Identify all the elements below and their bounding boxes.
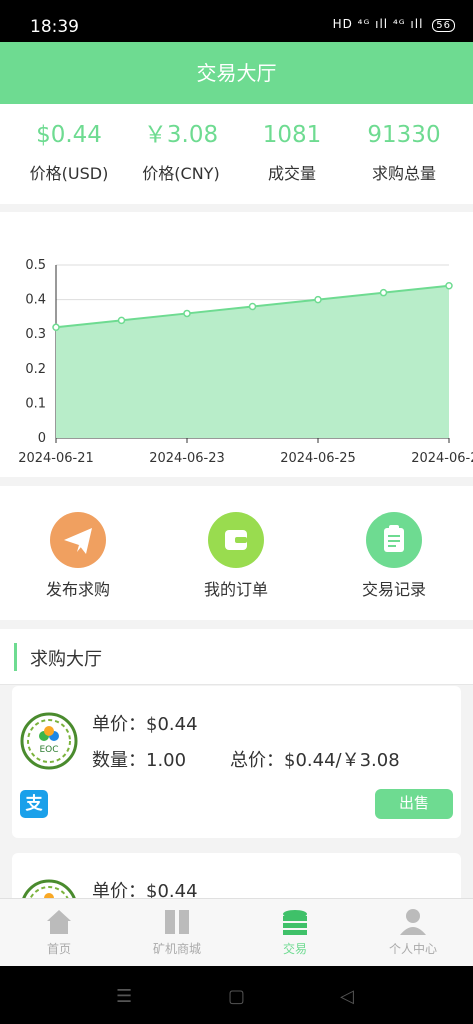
price-chart-svg: 0 0.1 0.2 0.3 0.4 0.5 2024-06-21 2024-06-23 2024… <box>18 258 473 466</box>
menu-icon[interactable]: ☰ <box>116 986 132 1007</box>
tab-miner-store[interactable]: 矿机商城 <box>118 907 236 957</box>
stat-price-usd: $0.44 价格(USD) <box>10 120 128 184</box>
section-accent-bar <box>14 643 17 671</box>
stat-label: 价格(CNY) <box>142 164 220 183</box>
section-header: 求购大厅 <box>0 629 473 685</box>
stat-value: $0.44 <box>36 122 102 148</box>
status-indicators: HD ⁴ᴳ ıll ⁴ᴳ ıll 56 <box>333 17 455 32</box>
battery-icon: 56 <box>432 19 455 32</box>
page-title: 交易大厅 <box>196 61 277 85</box>
my-orders-button[interactable]: 我的订单 <box>166 512 306 600</box>
order-card: EOC 单价：$0.44 数量：1.00 总价：$0.44/￥3.08 支 出售 <box>12 686 461 838</box>
stat-label: 价格(USD) <box>29 164 109 183</box>
total-price: 总价：$0.44/￥3.08 <box>230 750 400 771</box>
action-grid: 发布求购 我的订单 交易记录 <box>0 486 473 620</box>
x-tick-label: 2024-06-27 <box>411 451 473 466</box>
x-tick-label: 2024-06-25 <box>280 451 356 466</box>
stat-label: 求购总量 <box>371 164 436 183</box>
action-label: 我的订单 <box>203 580 268 599</box>
quantity: 数量：1.00 <box>92 750 187 771</box>
y-tick-label: 0 <box>38 431 46 446</box>
action-label: 交易记录 <box>361 580 426 599</box>
action-label: 发布求购 <box>45 580 110 599</box>
back-icon[interactable]: ◁ <box>340 986 354 1007</box>
price-chart: 0 0.1 0.2 0.3 0.4 0.5 2024-06-21 2024-06-23 2024… <box>0 212 473 477</box>
paper-plane-icon <box>50 512 106 568</box>
y-tick-label: 0.5 <box>25 258 46 273</box>
tab-label: 个人中心 <box>388 942 437 956</box>
stat-volume: 1081 成交量 <box>233 120 351 184</box>
section-title: 求购大厅 <box>30 649 102 670</box>
data-point <box>445 282 453 290</box>
home-button-icon[interactable]: ▢ <box>228 986 245 1007</box>
status-bar: 18:39 HD ⁴ᴳ ıll ⁴ᴳ ıll 56 <box>0 0 473 42</box>
data-point <box>314 295 322 304</box>
home-icon <box>44 907 74 937</box>
data-point <box>248 302 257 311</box>
wallet-icon <box>208 512 264 568</box>
tab-label: 矿机商城 <box>152 942 201 956</box>
publish-request-button[interactable]: 发布求购 <box>8 512 148 600</box>
system-nav-bar: ☰ ▢ ◁ <box>0 966 473 1024</box>
trade-records-button[interactable]: 交易记录 <box>324 512 464 600</box>
x-tick-label: 2024-06-21 <box>18 451 94 466</box>
store-icon <box>162 907 192 937</box>
logo-text: EOC <box>39 745 58 755</box>
stat-total-demand: 91330 求购总量 <box>345 120 463 184</box>
unit-price: 单价：$0.44 <box>92 714 198 735</box>
clipboard-icon <box>366 512 422 568</box>
y-tick-label: 0.3 <box>25 327 46 342</box>
data-point <box>52 323 60 332</box>
y-tick-label: 0.2 <box>25 362 46 377</box>
stat-label: 成交量 <box>267 164 316 183</box>
tab-trade[interactable]: 交易 <box>236 907 354 957</box>
coins-icon <box>280 907 310 937</box>
stat-value: 1081 <box>262 122 322 148</box>
market-stats: $0.44 价格(USD) ￥3.08 价格(CNY) 1081 成交量 913… <box>0 104 473 204</box>
status-time: 18:39 <box>30 17 79 37</box>
stat-price-cny: ￥3.08 价格(CNY) <box>122 120 240 184</box>
user-icon <box>398 907 428 937</box>
y-tick-label: 0.1 <box>25 396 46 411</box>
data-point <box>183 309 191 318</box>
tab-label: 交易 <box>282 942 307 956</box>
page-header: 交易大厅 <box>0 42 473 104</box>
sell-button[interactable]: 出售 <box>375 789 453 819</box>
tab-profile[interactable]: 个人中心 <box>354 907 472 957</box>
stat-value: 91330 <box>367 122 441 148</box>
signal-indicators: HD ⁴ᴳ ıll ⁴ᴳ ıll <box>332 17 424 31</box>
alipay-icon: 支 <box>20 790 48 818</box>
tab-home[interactable]: 首页 <box>0 907 118 957</box>
tab-label: 首页 <box>46 942 71 956</box>
stat-value: ￥3.08 <box>143 122 219 148</box>
x-tick-label: 2024-06-23 <box>149 451 225 466</box>
data-point <box>379 288 388 297</box>
eoc-logo: EOC <box>20 712 78 770</box>
y-tick-label: 0.4 <box>25 293 46 308</box>
bottom-tab-bar: 首页 矿机商城 交易 个人中心 <box>0 898 473 966</box>
data-point <box>117 316 126 325</box>
